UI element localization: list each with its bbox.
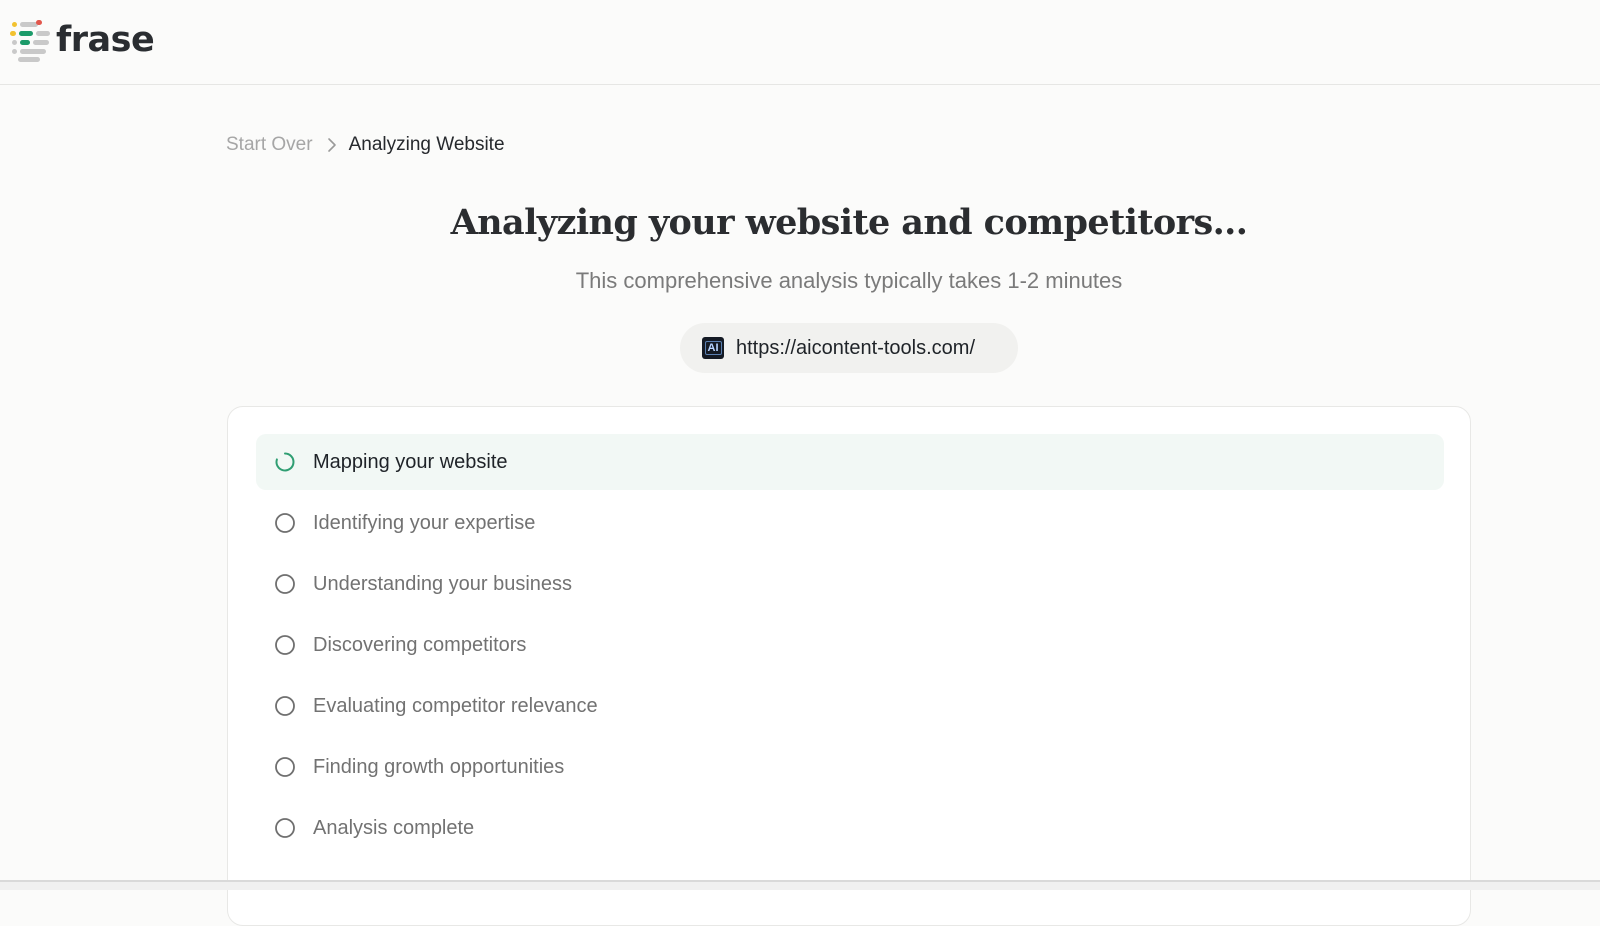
step-label: Understanding your business — [313, 572, 573, 595]
breadcrumb-start-over[interactable]: Start Over — [226, 134, 313, 156]
site-favicon-icon: AI — [702, 337, 724, 359]
step-label: Mapping your website — [313, 450, 508, 473]
chevron-right-icon — [327, 137, 337, 153]
step-analysis-complete: Analysis complete — [256, 800, 1444, 856]
step-identifying-expertise: Identifying your expertise — [256, 495, 1444, 551]
step-label: Evaluating competitor relevance — [313, 694, 598, 717]
pending-circle-icon — [274, 695, 296, 717]
breadcrumb-current: Analyzing Website — [348, 134, 505, 155]
frase-logo-icon — [10, 18, 52, 62]
website-url-pill: AI https://aicontent-tools.com/ — [680, 323, 1018, 373]
step-evaluating-relevance: Evaluating competitor relevance — [256, 678, 1444, 734]
logo-text: frase — [56, 20, 155, 60]
page-title: Analyzing your website and competitors..… — [450, 202, 1248, 243]
pending-circle-icon — [274, 512, 296, 534]
pending-circle-icon — [274, 634, 296, 656]
step-label: Discovering competitors — [313, 633, 527, 656]
step-growth-opportunities: Finding growth opportunities — [256, 739, 1444, 795]
favicon-label: AI — [704, 341, 722, 355]
pending-circle-icon — [274, 756, 296, 778]
breadcrumb: Start Over Analyzing Website — [226, 134, 505, 156]
frase-logo[interactable]: frase — [10, 18, 155, 62]
top-bar: frase — [0, 0, 1600, 85]
website-url: https://aicontent-tools.com/ — [736, 336, 976, 359]
step-label: Finding growth opportunities — [313, 755, 565, 778]
step-label: Analysis complete — [313, 816, 475, 839]
analysis-steps-card: Mapping your website Identifying your ex… — [227, 406, 1471, 926]
window-bottom-edge — [0, 882, 1600, 890]
step-label: Identifying your expertise — [313, 511, 536, 534]
pending-circle-icon — [274, 573, 296, 595]
pending-circle-icon — [274, 817, 296, 839]
loading-spinner-icon — [274, 451, 296, 473]
page-subtitle: This comprehensive analysis typically ta… — [575, 268, 1123, 293]
step-understanding-business: Understanding your business — [256, 556, 1444, 612]
step-mapping-website: Mapping your website — [256, 434, 1444, 490]
step-discovering-competitors: Discovering competitors — [256, 617, 1444, 673]
